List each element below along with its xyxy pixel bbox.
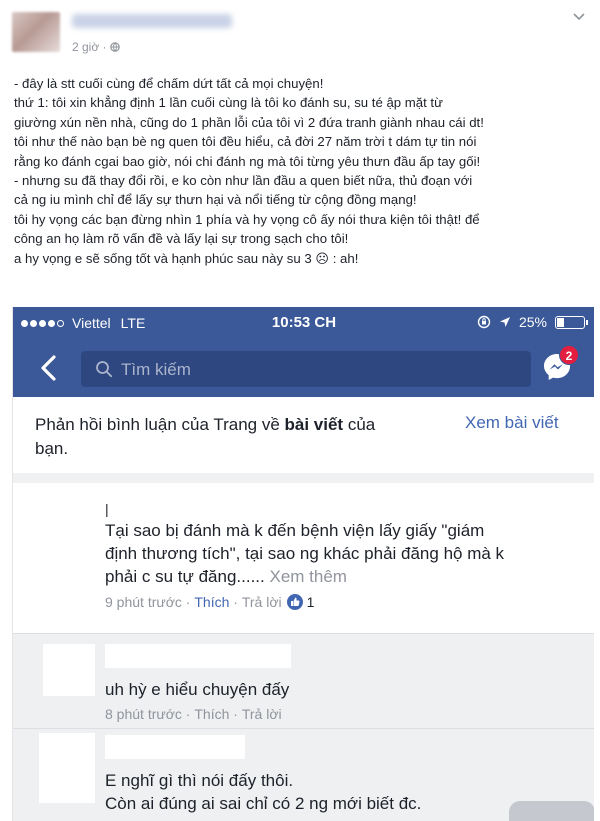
post-time-text: 2 giờ · xyxy=(72,40,110,54)
comment-text: E nghĩ gì thì nói đấy thôi. Còn ai đúng … xyxy=(105,769,421,815)
comment-time: 8 phút trước xyxy=(105,706,182,722)
see-more-link[interactable]: Xem thêm xyxy=(269,567,346,586)
comment-meta: 9 phút trước · Thích · Trả lời 1 xyxy=(105,593,315,611)
post-line: giường xún nền nhà, cũng do 1 phần lỗi c… xyxy=(14,114,484,130)
section-divider xyxy=(13,473,594,483)
battery-icon xyxy=(555,315,588,329)
post-line: a hy vọng e sẽ sống tốt và hạnh phúc sau… xyxy=(14,250,359,266)
comment-line: uh hỳ e hiểu chuyện đấy xyxy=(105,680,290,699)
post-body: - đây là stt cuối cùng để chấm dứt tất c… xyxy=(14,74,594,268)
scroll-pill xyxy=(509,801,594,821)
comment-item: uh hỳ e hiểu chuyện đấy 8 phút trước · T… xyxy=(13,634,594,728)
post-line: rằng ko đánh cgai bao giờ, nói chi đánh … xyxy=(14,153,481,169)
like-count[interactable]: 1 xyxy=(285,593,315,611)
globe-icon xyxy=(110,42,120,52)
search-input[interactable]: Tìm kiếm xyxy=(81,351,531,387)
notice-prefix: Phản hồi bình luận của Trang về xyxy=(35,415,285,434)
author-avatar[interactable] xyxy=(12,12,60,52)
comment-line: Tại sao bị đánh mà k đến bệnh viện lấy g… xyxy=(105,521,485,540)
search-placeholder: Tìm kiếm xyxy=(121,360,191,379)
comment-line: định thương tích", tại sao ng khác phải … xyxy=(105,544,505,563)
chevron-down-icon[interactable] xyxy=(572,12,586,22)
commenter-avatar-redacted[interactable] xyxy=(39,733,95,803)
commenter-name-redacted[interactable] xyxy=(105,644,291,668)
post-line: - đây là stt cuối cùng để chấm dứt tất c… xyxy=(14,76,324,91)
post-line: - nhưng su đã thay đổi rồi, e ko còn như… xyxy=(14,173,473,189)
notice-line2: bạn. xyxy=(35,439,69,458)
post-line: công an họ làm rõ vấn đề và lấy lại sự t… xyxy=(14,231,349,247)
location-arrow-icon xyxy=(499,317,510,327)
post-line: thứ 1: tôi xin khẳng định 1 lần cuối cùn… xyxy=(14,95,443,111)
nav-bar: Tìm kiếm 2 xyxy=(13,339,594,397)
post-timestamp[interactable]: 2 giờ · xyxy=(72,40,120,54)
reply-button[interactable]: Trả lời xyxy=(242,706,282,722)
comment-time: 9 phút trước xyxy=(105,594,182,610)
post-header: 2 giờ · xyxy=(0,0,600,62)
comment-text: uh hỳ e hiểu chuyện đấy xyxy=(105,678,289,701)
text-cursor: | xyxy=(105,501,109,517)
post-line: tôi như thế nào bạn bè ng quen tôi đều h… xyxy=(14,134,477,150)
post-line: cả ng iu mình chỉ để lấy sự thưn hại và … xyxy=(14,192,417,208)
comment-meta: 8 phút trước · Thích · Trả lời xyxy=(105,706,282,722)
like-button[interactable]: Thích xyxy=(194,706,229,722)
comment-text: Tại sao bị đánh mà k đến bệnh viện lấy g… xyxy=(105,519,504,588)
comment-item: E nghĩ gì thì nói đấy thôi. Còn ai đúng … xyxy=(13,729,594,821)
comment-line: phải c su tự đăng...... xyxy=(105,567,265,586)
battery-percent: 25% xyxy=(518,314,547,330)
attached-screenshot[interactable]: Viettel LTE 10:53 CH 25% Tìm kiếm 2 Phản… xyxy=(12,307,594,821)
reply-button[interactable]: Trả lời xyxy=(242,594,282,610)
author-name-blurred[interactable] xyxy=(72,14,232,28)
rotation-lock-icon xyxy=(477,315,491,329)
commenter-avatar-redacted[interactable] xyxy=(43,644,95,696)
comment-item: | Tại sao bị đánh mà k đến bệnh viện lấy… xyxy=(13,483,594,633)
search-icon xyxy=(96,361,113,378)
like-button[interactable]: Thích xyxy=(194,594,229,610)
notice-text: Phản hồi bình luận của Trang về bài viết… xyxy=(35,413,435,461)
reply-notice: Phản hồi bình luận của Trang về bài viết… xyxy=(13,397,594,473)
notice-suffix: của xyxy=(343,415,376,434)
back-arrow-icon[interactable] xyxy=(35,353,65,383)
like-count-value: 1 xyxy=(306,594,315,610)
thumbs-up-icon xyxy=(285,593,304,611)
status-bar: Viettel LTE 10:53 CH 25% xyxy=(13,307,594,339)
comment-line: E nghĩ gì thì nói đấy thôi. xyxy=(105,771,294,790)
view-post-link[interactable]: Xem bài viết xyxy=(465,413,559,433)
messenger-badge: 2 xyxy=(559,345,579,365)
comment-list: | Tại sao bị đánh mà k đến bệnh viện lấy… xyxy=(13,483,594,821)
post-line: tôi hy vọng các bạn đừng nhìn 1 phía và … xyxy=(14,211,480,227)
comment-line: Còn ai đúng ai sai chỉ có 2 ng mới biết … xyxy=(105,794,422,813)
notice-bold: bài viết xyxy=(284,415,344,434)
commenter-name-redacted[interactable] xyxy=(105,735,245,759)
